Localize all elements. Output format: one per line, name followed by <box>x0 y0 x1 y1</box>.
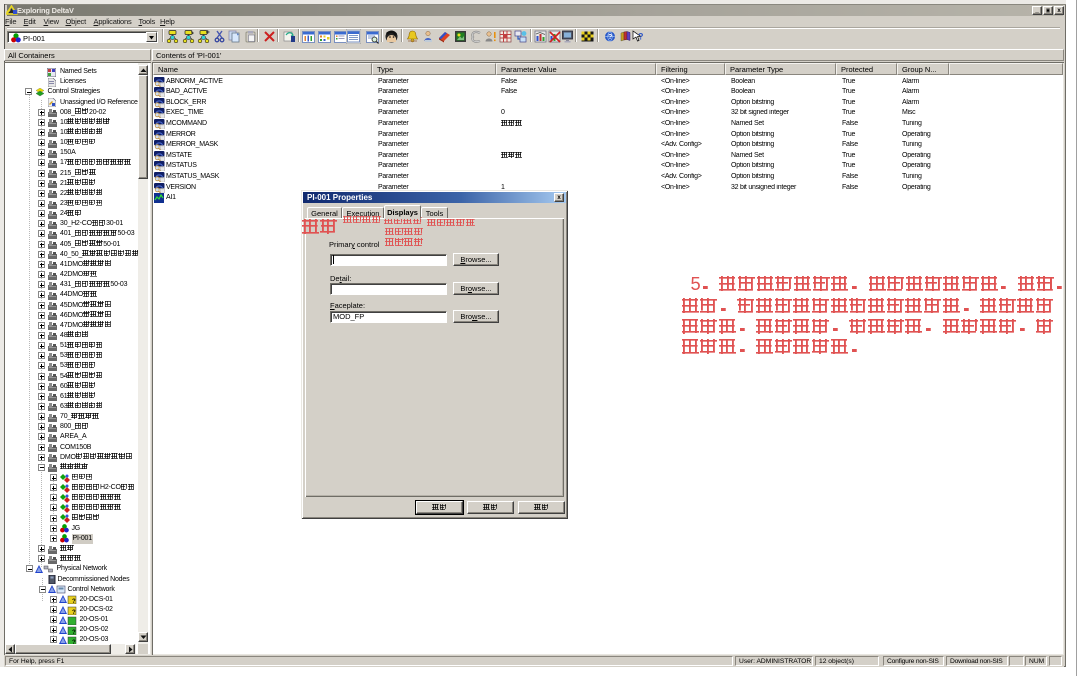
svg-text:?: ? <box>608 34 612 41</box>
svg-text:?: ? <box>72 630 76 635</box>
svg-text:?: ? <box>638 32 644 42</box>
svg-text:?: ? <box>72 610 76 615</box>
svg-text:?: ? <box>72 599 76 604</box>
